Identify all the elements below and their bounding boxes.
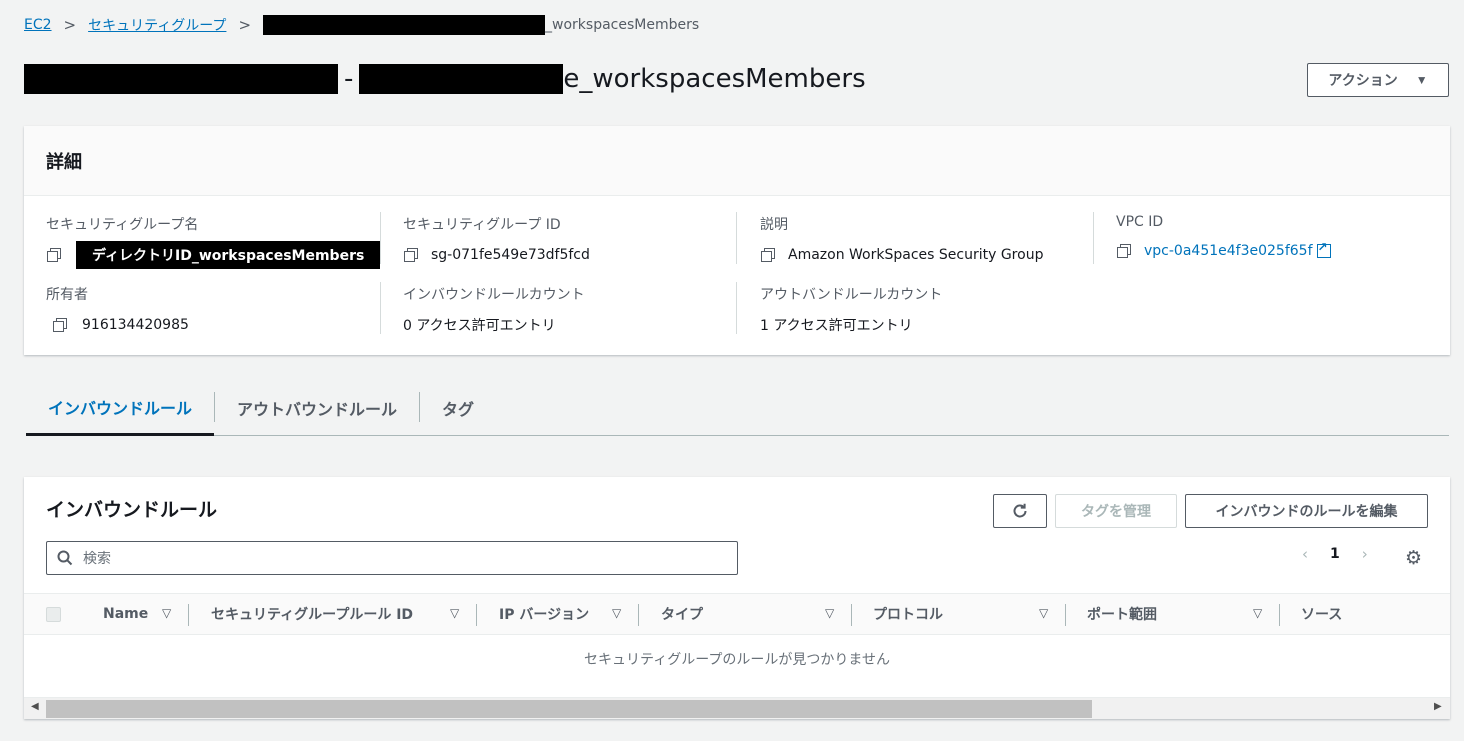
- owner-label: 所有者: [46, 287, 88, 303]
- inbound-count-field: インバウンドルールカウント 0 アクセス許可エントリ: [403, 284, 585, 338]
- column-divider: [380, 212, 381, 264]
- owner-value: 916134420985: [82, 317, 189, 333]
- column-header-port-range[interactable]: ポート範囲: [1087, 594, 1157, 634]
- rules-panel-title: インバウンドルール: [46, 499, 218, 521]
- sort-down-icon[interactable]: ▽: [450, 606, 459, 620]
- horizontal-scrollbar[interactable]: ◀ ▶: [24, 697, 1450, 719]
- sg-id-value: sg-071fe549e73df5fcd: [431, 247, 590, 263]
- scroll-left-icon[interactable]: ◀: [31, 701, 39, 712]
- description-label: 説明: [760, 217, 788, 233]
- details-heading: 詳細: [24, 126, 1450, 196]
- copy-icon[interactable]: [1116, 243, 1132, 259]
- column-header-rule-id[interactable]: セキュリティグループルール ID: [211, 594, 413, 634]
- column-resizer[interactable]: [476, 604, 477, 626]
- refresh-button[interactable]: [993, 494, 1047, 528]
- chevron-right-icon[interactable]: ›: [1362, 545, 1368, 563]
- owner-field: 所有者 916134420985: [46, 284, 189, 338]
- copy-icon[interactable]: [46, 247, 62, 263]
- column-divider: [1093, 212, 1094, 264]
- sort-down-icon[interactable]: ▽: [825, 606, 834, 620]
- sort-down-icon[interactable]: ▽: [1039, 606, 1048, 620]
- chevron-right-icon: >: [238, 16, 252, 34]
- sort-down-icon[interactable]: ▽: [1253, 606, 1262, 620]
- tab-tags[interactable]: タグ: [420, 380, 496, 436]
- sg-name-field: セキュリティグループ名 ディレクトリID_workspacesMembers: [46, 214, 381, 269]
- breadcrumb-current: _workspacesMembers: [545, 17, 700, 33]
- scrollbar-thumb[interactable]: [46, 700, 1092, 718]
- column-divider: [736, 282, 737, 334]
- vpc-id-field: VPC ID vpc-0a451e4f3e025f65f: [1116, 214, 1331, 264]
- actions-label: アクション: [1328, 72, 1398, 88]
- page-number[interactable]: 1: [1330, 546, 1340, 562]
- inbound-count-label: インバウンドルールカウント: [403, 287, 585, 303]
- description-field: 説明 Amazon WorkSpaces Security Group: [760, 214, 1043, 268]
- page-title: - e_workspacesMembers: [24, 60, 866, 98]
- copy-icon[interactable]: [760, 247, 776, 263]
- outbound-count-value: 1 アクセス許可エントリ: [760, 318, 913, 334]
- column-header-type[interactable]: タイプ: [661, 594, 703, 634]
- tab-outbound-rules[interactable]: アウトバウンドルール: [215, 380, 419, 436]
- column-header-protocol[interactable]: プロトコル: [873, 594, 943, 634]
- column-divider: [736, 212, 737, 264]
- breadcrumb-ec2-link[interactable]: EC2: [24, 17, 52, 33]
- outbound-count-field: アウトバンドルールカウント 1 アクセス許可エントリ: [760, 284, 942, 338]
- table-header: Name ▽ セキュリティグループルール ID ▽ IP バージョン ▽ タイプ…: [24, 593, 1450, 635]
- copy-icon[interactable]: [403, 247, 419, 263]
- sg-name-label: セキュリティグループ名: [46, 217, 199, 233]
- column-resizer[interactable]: [1065, 604, 1066, 626]
- redacted-block: [359, 64, 564, 94]
- title-separator: -: [344, 64, 354, 94]
- column-resizer[interactable]: [188, 604, 189, 626]
- refresh-icon: [1013, 503, 1027, 518]
- description-value: Amazon WorkSpaces Security Group: [788, 247, 1044, 263]
- search-icon: [57, 550, 73, 566]
- column-header-source[interactable]: ソース: [1301, 594, 1342, 634]
- sort-down-icon[interactable]: ▽: [162, 606, 171, 620]
- sort-down-icon[interactable]: ▽: [612, 606, 621, 620]
- sg-id-label: セキュリティグループ ID: [403, 217, 561, 233]
- column-resizer[interactable]: [638, 604, 639, 626]
- chevron-right-icon: >: [63, 16, 77, 34]
- sg-name-value: ディレクトリID_workspacesMembers: [76, 241, 381, 269]
- actions-dropdown-button[interactable]: アクション ▼: [1307, 63, 1449, 97]
- breadcrumb: EC2 > セキュリティグループ > _workspacesMembers: [24, 14, 699, 36]
- scroll-right-icon[interactable]: ▶: [1434, 701, 1442, 712]
- chevron-left-icon[interactable]: ‹: [1302, 545, 1308, 563]
- sg-id-field: セキュリティグループ ID sg-071fe549e73df5fcd: [403, 214, 590, 268]
- column-header-ip-version[interactable]: IP バージョン: [499, 594, 589, 634]
- outbound-count-label: アウトバンドルールカウント: [760, 287, 943, 303]
- copy-icon[interactable]: [52, 317, 68, 333]
- vpc-id-label: VPC ID: [1116, 214, 1164, 230]
- select-all-checkbox[interactable]: [46, 607, 61, 622]
- empty-state-message: セキュリティグループのルールが見つかりません: [584, 652, 890, 668]
- column-resizer[interactable]: [1279, 604, 1280, 626]
- external-link-icon[interactable]: [1316, 240, 1331, 258]
- column-divider: [380, 282, 381, 334]
- vpc-id-link[interactable]: vpc-0a451e4f3e025f65f: [1144, 243, 1313, 259]
- search-input[interactable]: 検索: [46, 541, 738, 575]
- breadcrumb-security-groups-link[interactable]: セキュリティグループ: [88, 15, 226, 35]
- tab-inbound-rules[interactable]: インバウンドルール: [26, 380, 215, 436]
- inbound-count-value: 0 アクセス許可エントリ: [403, 318, 556, 334]
- gear-icon[interactable]: ⚙: [1405, 549, 1422, 568]
- title-suffix: e_workspacesMembers: [563, 64, 866, 94]
- redacted-block: [263, 15, 546, 35]
- tab-bar: インバウンドルール アウトバウンドルール タグ: [26, 380, 1449, 436]
- column-header-name[interactable]: Name: [103, 594, 148, 634]
- search-placeholder: 検索: [83, 551, 111, 567]
- caret-down-icon: ▼: [1415, 73, 1428, 87]
- redacted-block: [24, 64, 338, 94]
- pagination: ‹ 1 ›: [1302, 545, 1368, 563]
- edit-inbound-rules-button[interactable]: インバウンドのルールを編集: [1185, 494, 1428, 528]
- details-panel: 詳細 セキュリティグループ名 ディレクトリID_workspacesMember…: [24, 126, 1450, 355]
- inbound-rules-panel: インバウンドルール タグを管理 インバウンドのルールを編集 検索 ‹ 1 › ⚙…: [24, 477, 1450, 719]
- manage-tags-button[interactable]: タグを管理: [1055, 494, 1177, 528]
- column-resizer[interactable]: [851, 604, 852, 626]
